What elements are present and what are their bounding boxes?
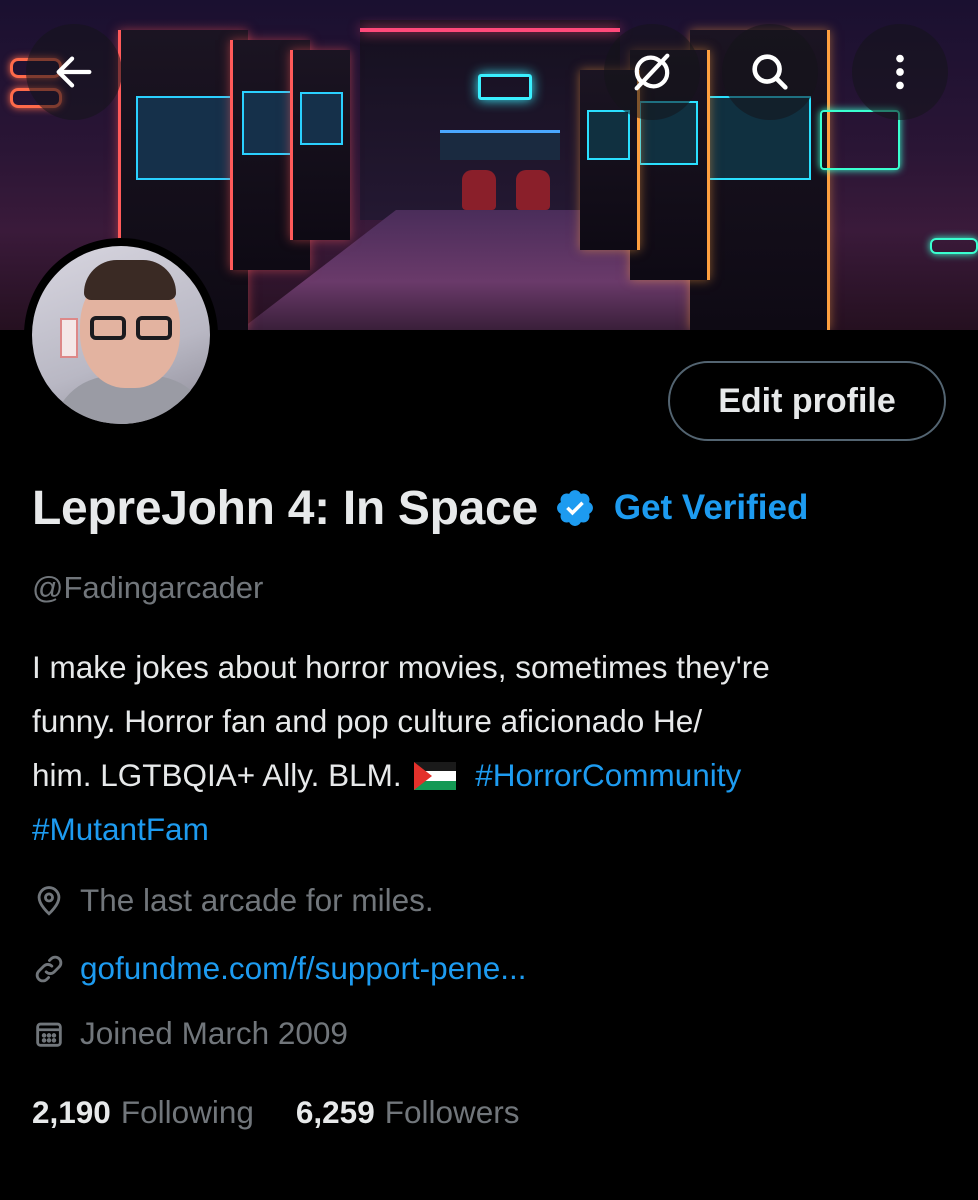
bio-line: funny. Horror fan and pop culture aficio… [32, 703, 703, 739]
get-verified-link[interactable]: Get Verified [614, 488, 809, 528]
hashtag-link[interactable]: #HorrorCommunity [475, 757, 741, 793]
display-name: LepreJohn 4: In Space [32, 481, 538, 535]
following-label: Following [120, 1094, 254, 1130]
website-link[interactable]: gofundme.com/f/support-pene... [80, 950, 527, 987]
following-link[interactable]: 2,190 Following [32, 1094, 254, 1131]
joined-date: Joined March 2009 [80, 1015, 348, 1051]
followers-label: Followers [384, 1094, 520, 1130]
verified-badge-icon [556, 490, 593, 526]
location-row: The last arcade for miles. [32, 882, 434, 919]
arrow-left-icon [56, 56, 92, 88]
name-row: LepreJohn 4: In Space Get Verified [32, 476, 808, 540]
palestine-flag-emoji [414, 762, 457, 790]
website-row: gofundme.com/f/support-pene... [32, 950, 527, 987]
grok-button[interactable] [604, 24, 700, 120]
more-vertical-icon [896, 54, 904, 90]
avatar-photo [32, 246, 210, 424]
followers-link[interactable]: 6,259 Followers [296, 1094, 520, 1131]
calendar-icon [36, 1022, 62, 1047]
bio-line: #MutantFam [32, 802, 962, 856]
following-count: 2,190 [32, 1094, 111, 1130]
username-handle: @Fadingarcader [32, 570, 264, 605]
location-pin-icon [37, 885, 61, 916]
profile-bio: I make jokes about horror movies, someti… [32, 640, 962, 856]
edit-profile-button[interactable]: Edit profile [668, 361, 946, 441]
follow-stats: 2,190 Following 6,259 Followers [32, 1094, 520, 1131]
bio-line: him. LGTBQIA+ Ally. BLM. #HorrorCommunit… [32, 748, 962, 802]
search-icon [752, 54, 788, 90]
link-icon [35, 955, 63, 982]
bio-text: him. LGTBQIA+ Ally. BLM. [32, 757, 402, 793]
search-button[interactable] [722, 24, 818, 120]
back-button[interactable] [26, 24, 122, 120]
followers-count: 6,259 [295, 1094, 375, 1130]
joined-row: Joined March 2009 [32, 1015, 348, 1052]
bio-line: I make jokes about horror movies, someti… [32, 649, 770, 685]
location-text: The last arcade for miles. [80, 882, 434, 918]
hashtag-link[interactable]: #MutantFam [32, 811, 209, 847]
grok-slash-circle-icon [634, 53, 670, 91]
more-options-button[interactable] [852, 24, 948, 120]
avatar[interactable] [24, 238, 218, 432]
